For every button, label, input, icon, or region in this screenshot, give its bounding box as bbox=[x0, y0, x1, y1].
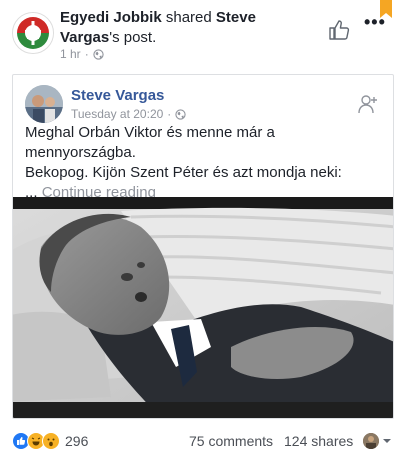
bookmark-icon[interactable] bbox=[380, 0, 392, 18]
add-friend-icon[interactable] bbox=[357, 93, 379, 115]
post-suffix: 's post. bbox=[109, 29, 157, 46]
post-footer: 296 75 comments 124 shares bbox=[0, 424, 405, 464]
page-avatar[interactable] bbox=[12, 12, 54, 54]
shared-post-card[interactable]: Steve Vargas Tuesday at 20:20 · Meghal O… bbox=[12, 74, 394, 419]
caret-down-icon[interactable] bbox=[383, 437, 391, 445]
shared-time[interactable]: Tuesday at 20:20 bbox=[71, 107, 163, 121]
globe-icon bbox=[175, 108, 186, 120]
shared-meta: Tuesday at 20:20 · bbox=[71, 107, 186, 121]
logo-icon bbox=[13, 13, 53, 53]
shares-count[interactable]: 124 shares bbox=[284, 433, 353, 449]
post-text: Meghal Orbán Viktor és menne már a menny… bbox=[25, 123, 381, 203]
post-image[interactable] bbox=[13, 197, 393, 418]
wow-reaction-icon bbox=[42, 432, 60, 450]
coffin-photo bbox=[13, 197, 393, 418]
post-text-line: Meghal Orbán Viktor és menne már a menny… bbox=[25, 124, 275, 161]
globe-icon bbox=[93, 48, 104, 60]
author-name[interactable]: Steve Vargas bbox=[71, 87, 164, 104]
outer-time[interactable]: 1 hr bbox=[60, 47, 81, 61]
actor-link[interactable]: Egyedi Jobbik bbox=[60, 9, 162, 26]
author-avatar[interactable] bbox=[25, 85, 63, 123]
viewer-avatar[interactable] bbox=[363, 433, 379, 449]
shared-dot: · bbox=[167, 107, 172, 121]
outer-meta: 1 hr · bbox=[60, 47, 104, 61]
comments-count[interactable]: 75 comments bbox=[189, 433, 273, 449]
reaction-count: 296 bbox=[65, 433, 89, 449]
shared-text: shared bbox=[165, 9, 212, 26]
shared-post-header: Egyedi Jobbik shared Steve Vargas's post… bbox=[0, 0, 405, 70]
reactions-summary[interactable]: 296 bbox=[12, 432, 88, 450]
meta-dot: · bbox=[84, 47, 89, 61]
like-page-icon[interactable] bbox=[328, 18, 352, 42]
post-text-line: Bekopog. Kijön Szent Péter és azt mondja… bbox=[25, 164, 342, 181]
avatar-photo bbox=[25, 85, 63, 123]
share-line: Egyedi Jobbik shared Steve Vargas's post… bbox=[60, 8, 310, 48]
